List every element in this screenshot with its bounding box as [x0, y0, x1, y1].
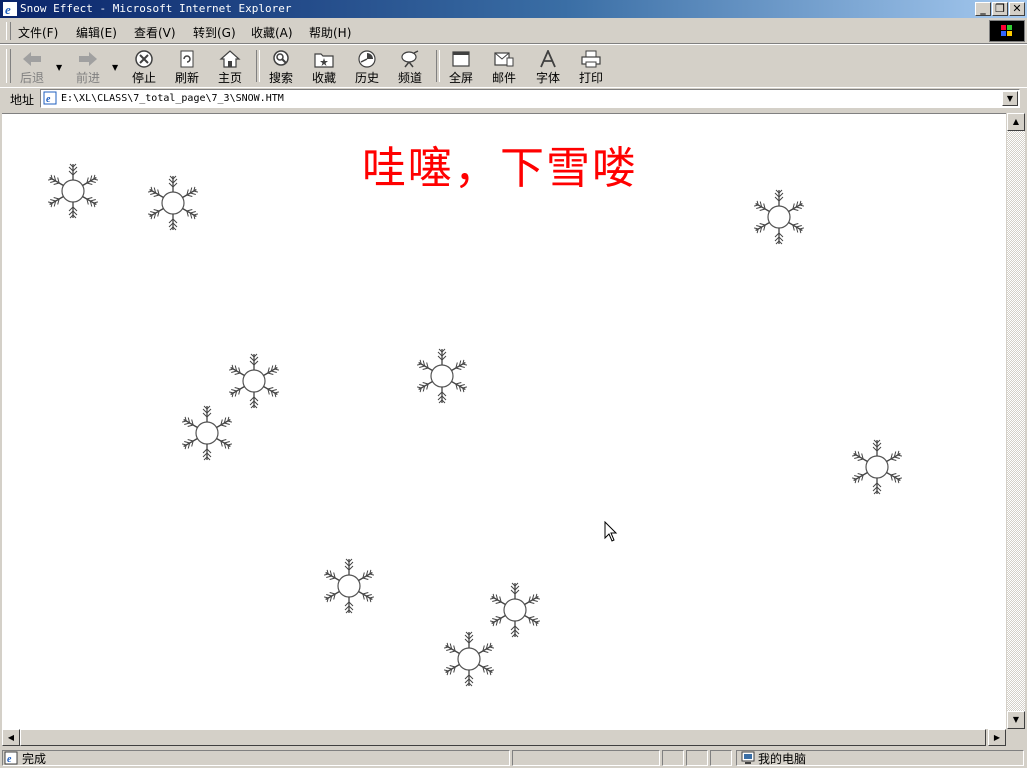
search-label: 搜索 — [268, 71, 293, 85]
scroll-up-button[interactable]: ▲ — [1007, 113, 1025, 131]
address-bar: 地址 e E:\XL\CLASS\7_total_page\7_3\SNOW.H… — [0, 87, 1027, 110]
restore-button[interactable]: ❐ — [992, 2, 1008, 16]
forward-dropdown-icon[interactable]: ▼ — [112, 63, 118, 72]
mail-icon — [494, 52, 514, 67]
print-button[interactable]: 打印 — [571, 48, 611, 86]
fullscreen-icon — [452, 51, 470, 67]
menu-help[interactable]: 帮助(H) — [309, 24, 351, 41]
page-icon: e — [43, 91, 57, 105]
menu-edit[interactable]: 编辑(E) — [76, 24, 117, 41]
menu-go[interactable]: 转到(G) — [193, 24, 236, 41]
home-button[interactable]: 主页 — [210, 48, 250, 86]
status-panel — [662, 750, 684, 766]
ie-logo-icon: e — [3, 2, 17, 16]
home-icon — [219, 50, 241, 68]
favorites-label: 收藏 — [311, 71, 336, 85]
refresh-icon — [180, 50, 194, 68]
menu-view[interactable]: 查看(V) — [134, 24, 176, 41]
menu-file[interactable]: 文件(F) — [18, 24, 58, 41]
stop-icon — [135, 50, 153, 68]
mail-label: 邮件 — [491, 71, 516, 85]
status-panel — [710, 750, 732, 766]
scroll-down-button[interactable]: ▼ — [1007, 711, 1025, 729]
toolbar-separator — [436, 50, 440, 82]
standard-toolbar: 后退 ▼ 前进 ▼ 停止 刷新 主页 搜索 收藏 历史 频道 全屏 邮件 字体 … — [0, 44, 1027, 88]
toolbar-separator — [256, 50, 260, 82]
forward-arrow-icon — [79, 52, 97, 66]
history-button[interactable]: 历史 — [347, 48, 387, 86]
back-button[interactable]: 后退 — [12, 48, 52, 86]
scroll-left-button[interactable]: ◀ — [2, 729, 20, 746]
channels-label: 频道 — [397, 71, 422, 85]
fonts-icon — [540, 50, 556, 68]
horizontal-scroll-thumb[interactable] — [20, 729, 986, 746]
address-dropdown-button[interactable]: ▼ — [1002, 91, 1018, 106]
snowflake-image — [440, 630, 498, 688]
snowflake-image — [178, 404, 236, 462]
channels-satellite-icon — [401, 50, 419, 68]
snowflake-image — [413, 347, 471, 405]
title-bar: e Snow Effect - Microsoft Internet Explo… — [0, 0, 1027, 18]
fonts-label: 字体 — [535, 71, 560, 85]
mail-button[interactable]: 邮件 — [484, 48, 524, 86]
refresh-label: 刷新 — [174, 71, 199, 85]
menu-favorites[interactable]: 收藏(A) — [251, 24, 293, 41]
close-button[interactable]: ✕ — [1009, 2, 1025, 16]
stop-button[interactable]: 停止 — [124, 48, 164, 86]
back-arrow-icon — [23, 52, 41, 66]
svg-text:e: e — [5, 2, 11, 16]
svg-text:e: e — [46, 94, 51, 105]
refresh-button[interactable]: 刷新 — [167, 48, 207, 86]
status-panel — [512, 750, 660, 766]
windows-logo-icon — [989, 20, 1025, 42]
menu-grip[interactable] — [6, 22, 11, 40]
address-input[interactable]: e E:\XL\CLASS\7_total_page\7_3\SNOW.HTM … — [40, 89, 1020, 108]
minimize-button[interactable]: _ — [975, 2, 991, 16]
favorites-folder-icon — [314, 53, 334, 68]
snowflake-image — [225, 352, 283, 410]
status-panel — [686, 750, 708, 766]
forward-button[interactable]: 前进 — [68, 48, 108, 86]
printer-icon — [581, 50, 601, 68]
page-headline: 哇噻，下雪喽 — [362, 143, 638, 194]
fonts-button[interactable]: 字体 — [528, 48, 568, 86]
status-main-panel — [2, 750, 510, 766]
history-icon — [358, 50, 376, 68]
history-label: 历史 — [354, 71, 379, 85]
status-zone: 我的电脑 — [758, 752, 807, 766]
forward-label: 前进 — [75, 71, 100, 85]
toolbar-grip[interactable] — [6, 49, 11, 83]
window-title: Snow Effect - Microsoft Internet Explore… — [20, 2, 292, 15]
channels-button[interactable]: 频道 — [390, 48, 430, 86]
fullscreen-button[interactable]: 全屏 — [441, 48, 481, 86]
back-dropdown-icon[interactable]: ▼ — [56, 63, 62, 72]
snowflake-image — [750, 188, 808, 246]
snowflake-image — [848, 438, 906, 496]
vertical-scrollbar[interactable]: ▲ ▼ — [1007, 113, 1025, 729]
print-label: 打印 — [578, 71, 603, 85]
menu-bar: 文件(F) 编辑(E) 查看(V) 转到(G) 收藏(A) 帮助(H) — [0, 19, 1027, 44]
scroll-right-button[interactable]: ▶ — [988, 729, 1006, 746]
page-content: 哇噻，下雪喽 — [2, 113, 1006, 730]
svg-text:e: e — [7, 754, 12, 765]
snowflake-image — [320, 557, 378, 615]
back-label: 后退 — [19, 71, 44, 85]
horizontal-scrollbar[interactable]: ◀ ▶ — [2, 729, 1006, 746]
stop-label: 停止 — [131, 71, 156, 85]
status-bar: e 完成 我的电脑 — [0, 748, 1027, 768]
address-value: E:\XL\CLASS\7_total_page\7_3\SNOW.HTM — [61, 93, 284, 104]
my-computer-icon — [741, 751, 755, 764]
mouse-cursor-icon — [604, 521, 618, 542]
search-icon — [273, 50, 289, 66]
snowflake-image — [44, 162, 102, 220]
snowflake-image — [144, 174, 202, 232]
favorites-button[interactable]: 收藏 — [304, 48, 344, 86]
address-label: 地址 — [10, 93, 35, 107]
page-done-icon: e — [4, 751, 18, 765]
fullscreen-label: 全屏 — [448, 71, 473, 85]
home-label: 主页 — [217, 71, 242, 85]
status-text: 完成 — [22, 752, 47, 766]
search-button[interactable]: 搜索 — [261, 48, 301, 86]
